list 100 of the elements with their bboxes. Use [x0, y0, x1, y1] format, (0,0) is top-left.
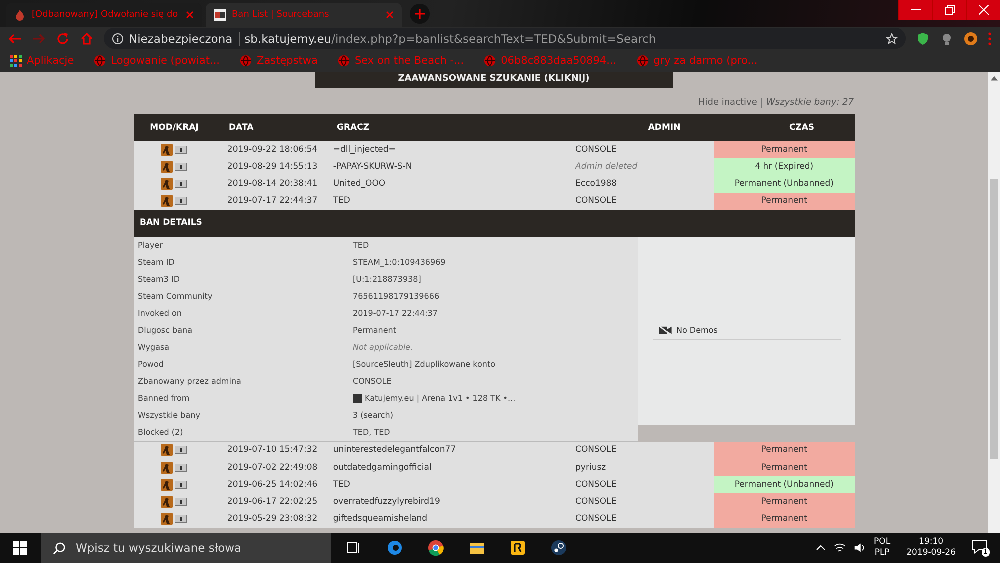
- menu-icon[interactable]: [988, 32, 992, 46]
- game-icon: [160, 160, 173, 173]
- speech-bubble-icon: [972, 539, 988, 555]
- detail-label: Steam3 ID: [137, 274, 181, 284]
- ban-length: Permanent: [714, 442, 855, 459]
- close-window-button[interactable]: [966, 0, 1000, 20]
- bookmark[interactable]: Sex on the Beach -...: [338, 55, 464, 67]
- new-tab-button[interactable]: [410, 4, 430, 24]
- ban-length: Permanent: [714, 458, 855, 476]
- unknown-flag-icon: [174, 515, 187, 524]
- globe-icon: [240, 55, 252, 67]
- chrome-icon[interactable]: [428, 540, 444, 556]
- server-icon: [353, 394, 362, 403]
- player-name: TED: [333, 196, 352, 206]
- ban-length: Permanent: [714, 510, 855, 528]
- language-indicator[interactable]: POL PLP: [874, 537, 891, 559]
- column-header: MOD/KRAJ: [149, 122, 200, 132]
- column-header: ADMIN: [647, 122, 682, 132]
- clock[interactable]: 19:10 2019-09-26: [906, 537, 956, 559]
- info-icon[interactable]: [112, 32, 124, 44]
- back-icon[interactable]: [8, 32, 22, 46]
- url-path: /index.php?p=banlist&searchText=TED&Submit=Search: [332, 32, 656, 46]
- player-name: United_OOO: [333, 178, 387, 189]
- column-header: CZAS: [788, 122, 816, 132]
- browser-tab[interactable]: Ban List | Sourcebans: [206, 3, 402, 27]
- player-name: -PAPAY-SKURW-S-N: [333, 162, 414, 172]
- unknown-flag-icon: [174, 162, 187, 171]
- security-label: Niezabezpieczona: [129, 32, 240, 46]
- game-icon: [160, 444, 173, 456]
- ban-length: Permanent: [714, 493, 855, 510]
- ban-date: 2019-06-17 22:02:25: [226, 496, 319, 507]
- ban-length: Permanent (Unbanned): [714, 175, 855, 193]
- detail-label: Dlugosc bana: [137, 326, 194, 335]
- detail-value: 3 (search): [353, 410, 394, 420]
- taskbar-search-field[interactable]: Wpisz tu wyszukiwane słowa: [41, 533, 331, 563]
- detail-label: Steam Community: [137, 292, 214, 301]
- detail-label: Wszystkie bany: [137, 410, 202, 420]
- game-icon: [160, 195, 173, 208]
- chevron-up-icon[interactable]: [816, 545, 826, 551]
- unknown-flag-icon: [174, 146, 187, 154]
- bookmark[interactable]: Aplikacje: [10, 55, 74, 67]
- ban-length: Permanent (Unbanned): [714, 476, 855, 494]
- game-icon: [160, 513, 173, 526]
- game-icon: [160, 178, 173, 190]
- ban-date: 2019-07-02 22:49:08: [226, 462, 319, 473]
- restore-icon: [944, 5, 954, 15]
- scrollbar[interactable]: [988, 72, 1000, 533]
- globe-icon: [94, 55, 106, 67]
- detail-value: [SourceSleuth] Zduplikowane konto: [353, 360, 496, 369]
- admin-name: Admin deleted: [576, 162, 639, 172]
- ban-date: 2019-05-29 23:08:32: [226, 514, 319, 524]
- speaker-icon[interactable]: [854, 542, 866, 554]
- unknown-flag-icon: [174, 498, 187, 506]
- player-name: =dll_injected=: [333, 144, 397, 155]
- advanced-search-bar[interactable]: ZAAWANSOWANE SZUKANIE (KLIKNIJ): [315, 72, 673, 88]
- restore-button[interactable]: [932, 0, 966, 20]
- bookmark[interactable]: gry za darmo (pro...: [636, 55, 758, 67]
- column-header: DATA: [228, 122, 255, 132]
- url-host: sb.katujemy.eu: [244, 32, 332, 46]
- address-bar[interactable]: Niezabezpieczona sb.katujemy.eu/index.php?p=banlist&searchText=TED&Submit=Search: [104, 28, 906, 49]
- avatar-icon[interactable]: [964, 32, 978, 46]
- wifi-icon[interactable]: [834, 542, 846, 554]
- folder-icon[interactable]: [469, 540, 485, 556]
- lightbulb-icon[interactable]: [940, 32, 954, 46]
- edge-icon[interactable]: [387, 540, 403, 556]
- detail-value: TED: [353, 240, 370, 250]
- star-icon[interactable]: [886, 32, 898, 44]
- close-icon[interactable]: [386, 11, 394, 19]
- steam-icon[interactable]: [551, 540, 567, 556]
- task-view-icon[interactable]: [346, 540, 362, 556]
- globe-icon: [484, 55, 496, 67]
- tab-title: [Odbanowany] Odwołanie się do: [32, 10, 180, 20]
- reload-icon[interactable]: [56, 32, 70, 46]
- bookmark[interactable]: Zastępstwa: [240, 55, 318, 67]
- bookmark[interactable]: 06b8c883daa50894...: [484, 55, 617, 67]
- game-icon: [160, 478, 173, 491]
- shield-icon[interactable]: [916, 32, 930, 46]
- player-name: uninterestedelegantfalcon77: [333, 445, 458, 456]
- unknown-flag-icon: [174, 446, 187, 454]
- bookmark[interactable]: Logowanie (powiat...: [94, 55, 220, 67]
- scroll-up-icon[interactable]: [990, 76, 998, 81]
- game-icon: [160, 144, 173, 156]
- game-launcher-icon[interactable]: [510, 540, 526, 556]
- home-icon[interactable]: [80, 32, 94, 46]
- admin-name: CONSOLE: [576, 196, 618, 206]
- keyboard-layout: PLP: [874, 548, 890, 559]
- close-icon[interactable]: [186, 11, 194, 19]
- admin-name: CONSOLE: [576, 144, 618, 155]
- detail-label: Blocked (2): [137, 428, 184, 437]
- taskbar-search-input[interactable]: Wpisz tu wyszukiwane słowa: [74, 540, 318, 556]
- admin-name: CONSOLE: [576, 480, 618, 490]
- detail-label: Player: [137, 240, 164, 250]
- player-name: TED: [333, 480, 352, 490]
- game-icon: [160, 496, 173, 508]
- windows-start-icon[interactable]: [13, 541, 27, 555]
- player-name: giftedsqueamisheland: [333, 514, 429, 524]
- detail-value: Not applicable.: [353, 342, 414, 352]
- language-code: POL: [874, 537, 891, 548]
- clock-date: 2019-09-26: [906, 548, 956, 559]
- ban-length: Permanent: [714, 192, 855, 210]
